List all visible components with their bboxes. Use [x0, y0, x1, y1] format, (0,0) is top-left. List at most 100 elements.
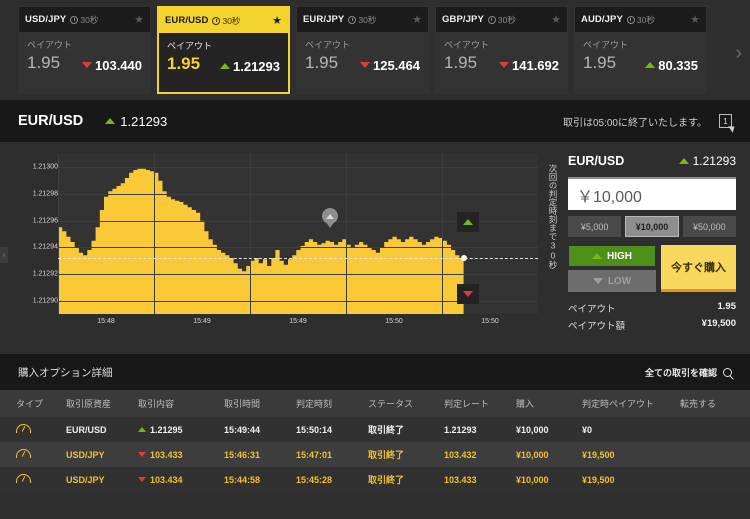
favorite-star-icon[interactable]: ★	[551, 13, 561, 26]
type-cell	[0, 417, 62, 442]
gauge-icon	[16, 474, 31, 483]
asset-card-eur-usd[interactable]: EUR/USD 30秒 ★ ペイアウト 1.95 1.21293	[157, 6, 290, 94]
table-column-header: ステータス	[364, 390, 440, 417]
asset-pair-label: GBP/JPY	[442, 14, 484, 25]
trade-stats: ペイアウト 1.95 ペイアウト額 ¥19,500	[568, 301, 736, 332]
trade-time-cell: 15:44:58	[220, 467, 292, 492]
detail-section-title: 購入オプション詳細	[18, 366, 113, 379]
position-pin-icon[interactable]	[322, 208, 338, 224]
x-axis-tick: 15:48	[97, 318, 115, 325]
trade-rate-value: 103.433	[150, 449, 183, 460]
trend-down-icon	[138, 452, 146, 457]
chart-x-axis: 15:48 15:49 15:49 15:50 15:50	[58, 316, 538, 332]
asset-duration-label: 30秒	[636, 14, 655, 25]
all-trades-link[interactable]: 全ての取引を確認	[645, 366, 732, 379]
asset-payout-label: ペイアウト	[305, 40, 351, 50]
asset-payout-value: 1.95	[583, 53, 617, 72]
high-button[interactable]: HIGH	[568, 245, 656, 267]
trade-stat-line: ペイアウト 1.95	[568, 301, 736, 315]
table-row[interactable]: USD/JPY 103.433 15:46:31 15:47:01 取引終了 103.43…	[0, 442, 750, 467]
asset-card-aud-jpy[interactable]: AUD/JPY 30秒 ★ ペイアウト 1.95 80.335	[574, 6, 707, 94]
quote-pair-label: EUR/USD	[18, 113, 84, 129]
judge-rate-cell: 1.21293	[440, 417, 512, 442]
resell-cell[interactable]	[676, 442, 750, 467]
asset-card-usd-jpy[interactable]: USD/JPY 30秒 ★ ペイアウト 1.95 103.440	[18, 6, 151, 94]
buy-now-button[interactable]: 今すぐ購入	[661, 245, 736, 292]
asset-pair-label: USD/JPY	[25, 14, 67, 25]
chart-plot-area[interactable]	[58, 154, 538, 314]
y-axis-tick: 1.21294	[32, 243, 58, 251]
asset-duration-label: 30秒	[358, 14, 377, 25]
chart-low-button[interactable]	[457, 284, 479, 304]
asset-duration: 30秒	[212, 15, 240, 27]
type-cell	[0, 467, 62, 492]
trade-stat-value: 1.95	[717, 301, 737, 312]
table-row[interactable]: EUR/USD 1.21295 15:49:44 15:50:14 取引終了 1.2129…	[0, 417, 750, 442]
info-badge-icon[interactable]: 1	[719, 114, 737, 133]
chart-high-button[interactable]	[457, 212, 479, 232]
asset-price-group: 1.21293	[220, 59, 280, 74]
asset-card-eur-jpy[interactable]: EUR/JPY 30秒 ★ ペイアウト 1.95 125.464	[296, 6, 429, 94]
favorite-star-icon[interactable]: ★	[412, 13, 422, 26]
chart-gridline	[58, 247, 538, 249]
asset-cell: USD/JPY	[62, 467, 134, 492]
status-cell: 取引終了	[364, 467, 440, 492]
gauge-icon	[16, 449, 31, 458]
trade-price-group: 1.21293	[678, 154, 736, 168]
trade-stat-value: ¥19,500	[701, 318, 736, 329]
asset-duration: 30秒	[348, 14, 376, 26]
asset-payout-label: ペイアウト	[27, 40, 73, 50]
asset-card-body: ペイアウト 1.95 141.692	[436, 32, 567, 93]
table-column-header: 購入	[512, 390, 578, 417]
all-trades-label: 全ての取引を確認	[644, 367, 717, 378]
table-column-header: 取引内容	[134, 390, 220, 417]
purchase-cell: ¥10,000	[512, 442, 578, 467]
trade-panel-header: EUR/USD 1.21293	[568, 154, 736, 168]
asset-pair-label: EUR/USD	[165, 15, 209, 26]
favorite-star-icon[interactable]: ★	[134, 13, 144, 26]
amount-chip[interactable]: ¥5,000	[568, 216, 622, 237]
chart-expand-icon[interactable]: ›	[0, 247, 8, 263]
expiry-time-cell: 15:50:14	[292, 417, 364, 442]
table-column-header: 判定時刻	[292, 390, 364, 417]
expiry-time-cell: 15:47:01	[292, 442, 364, 467]
favorite-star-icon[interactable]: ★	[272, 14, 282, 27]
table-row[interactable]: USD/JPY 103.434 15:44:58 15:45:28 取引終了 103.43…	[0, 467, 750, 492]
detail-section-header: 購入オプション詳細 全ての取引を確認	[0, 354, 750, 390]
amount-chip[interactable]: ¥10,000	[625, 216, 679, 237]
direction-cell: 103.434	[134, 467, 220, 492]
price-chart[interactable]: › 1.21300 1.21298 1.21296 1.21294 1.21292 1.2…	[0, 154, 560, 354]
buy-now-label: 今すぐ購入	[671, 262, 726, 274]
resell-cell[interactable]	[676, 417, 750, 442]
trade-time-cell: 15:46:31	[220, 442, 292, 467]
trade-time-cell: 15:49:44	[220, 417, 292, 442]
asset-price-value: 125.464	[373, 57, 420, 73]
favorite-star-icon[interactable]: ★	[690, 13, 700, 26]
asset-payout-label: ペイアウト	[167, 41, 213, 51]
asset-price-value: 141.692	[512, 57, 559, 73]
resell-cell[interactable]	[676, 467, 750, 492]
asset-card-header: AUD/JPY 30秒 ★	[575, 7, 706, 32]
x-axis-tick: 15:50	[481, 318, 499, 325]
trade-direction-cell: 1.21295	[138, 425, 216, 435]
trade-price-value: 1.21293	[692, 154, 736, 168]
asset-price-group: 125.464	[360, 58, 420, 73]
main-area: › 1.21300 1.21298 1.21296 1.21294 1.21292 1.2…	[0, 142, 750, 354]
asset-price-group: 103.440	[82, 58, 142, 73]
asset-price-group: 141.692	[499, 58, 559, 73]
asset-cell: EUR/USD	[62, 417, 134, 442]
type-cell	[0, 442, 62, 467]
clock-icon	[626, 15, 635, 24]
cursor-pointer-icon	[728, 123, 737, 133]
low-button[interactable]: LOW	[568, 270, 656, 292]
amount-input[interactable]	[568, 177, 736, 210]
amount-chip[interactable]: ¥50,000	[682, 216, 736, 237]
asset-payout-value: 1.95	[444, 53, 478, 72]
trend-up-icon	[463, 219, 473, 225]
next-assets-icon[interactable]: ›	[735, 42, 742, 65]
asset-card-gbp-jpy[interactable]: GBP/JPY 30秒 ★ ペイアウト 1.95 141.692	[435, 6, 568, 94]
y-axis-tick: 1.21296	[32, 217, 58, 225]
asset-values-row: 1.95 125.464	[305, 53, 420, 73]
payout-cell: ¥0	[578, 417, 676, 442]
asset-pair-label: AUD/JPY	[581, 14, 623, 25]
